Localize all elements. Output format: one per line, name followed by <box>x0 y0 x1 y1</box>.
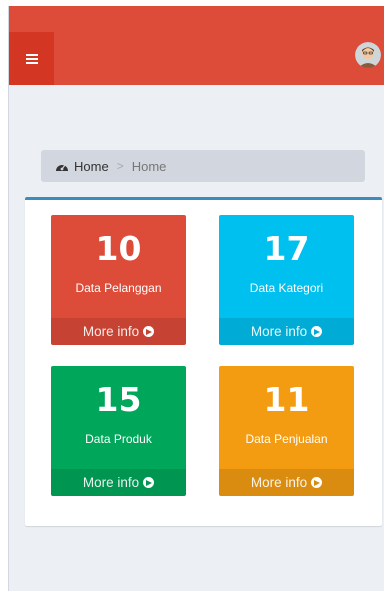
more-info-link[interactable]: More info <box>219 318 354 345</box>
sidebar-toggle-button[interactable] <box>9 32 54 85</box>
more-info-text: More info <box>250 324 308 339</box>
avatar-icon <box>355 42 381 68</box>
more-info-text: More info <box>82 324 140 339</box>
tile-count: 11 <box>263 380 310 419</box>
tile-label: Data Penjualan <box>245 432 328 446</box>
arrow-circle-right-icon <box>143 477 155 488</box>
tile-count: 15 <box>95 380 142 419</box>
more-info-link[interactable]: More info <box>51 469 186 496</box>
dashboard-icon <box>56 164 68 171</box>
breadcrumb: Home > Home <box>41 150 365 182</box>
breadcrumb-home-link[interactable]: Home <box>74 159 109 174</box>
arrow-circle-right-icon <box>143 326 155 337</box>
more-info-text: More info <box>82 475 140 490</box>
app-frame: Home > Home 10 Data Pelanggan More info … <box>8 6 384 591</box>
breadcrumb-separator: > <box>116 159 124 173</box>
user-avatar[interactable] <box>355 42 381 68</box>
tile-count: 17 <box>263 229 310 268</box>
tile-kategori: 17 Data Kategori More info <box>219 215 354 345</box>
top-navbar <box>9 6 384 85</box>
tile-label: Data Pelanggan <box>75 281 162 295</box>
more-info-link[interactable]: More info <box>51 318 186 345</box>
tile-produk: 15 Data Produk More info <box>51 366 186 496</box>
hamburger-icon <box>25 53 38 64</box>
tile-label: Data Produk <box>85 432 152 446</box>
arrow-circle-right-icon <box>311 326 323 337</box>
tile-penjualan: 11 Data Penjualan More info <box>219 366 354 496</box>
arrow-circle-right-icon <box>311 477 323 488</box>
more-info-text: More info <box>250 475 308 490</box>
more-info-link[interactable]: More info <box>219 469 354 496</box>
tile-count: 10 <box>95 229 142 268</box>
breadcrumb-current: Home <box>131 158 167 174</box>
tile-pelanggan: 10 Data Pelanggan More info <box>51 215 186 345</box>
tile-label: Data Kategori <box>249 281 324 295</box>
dashboard-panel: 10 Data Pelanggan More info 17 Data Kate… <box>25 197 382 526</box>
